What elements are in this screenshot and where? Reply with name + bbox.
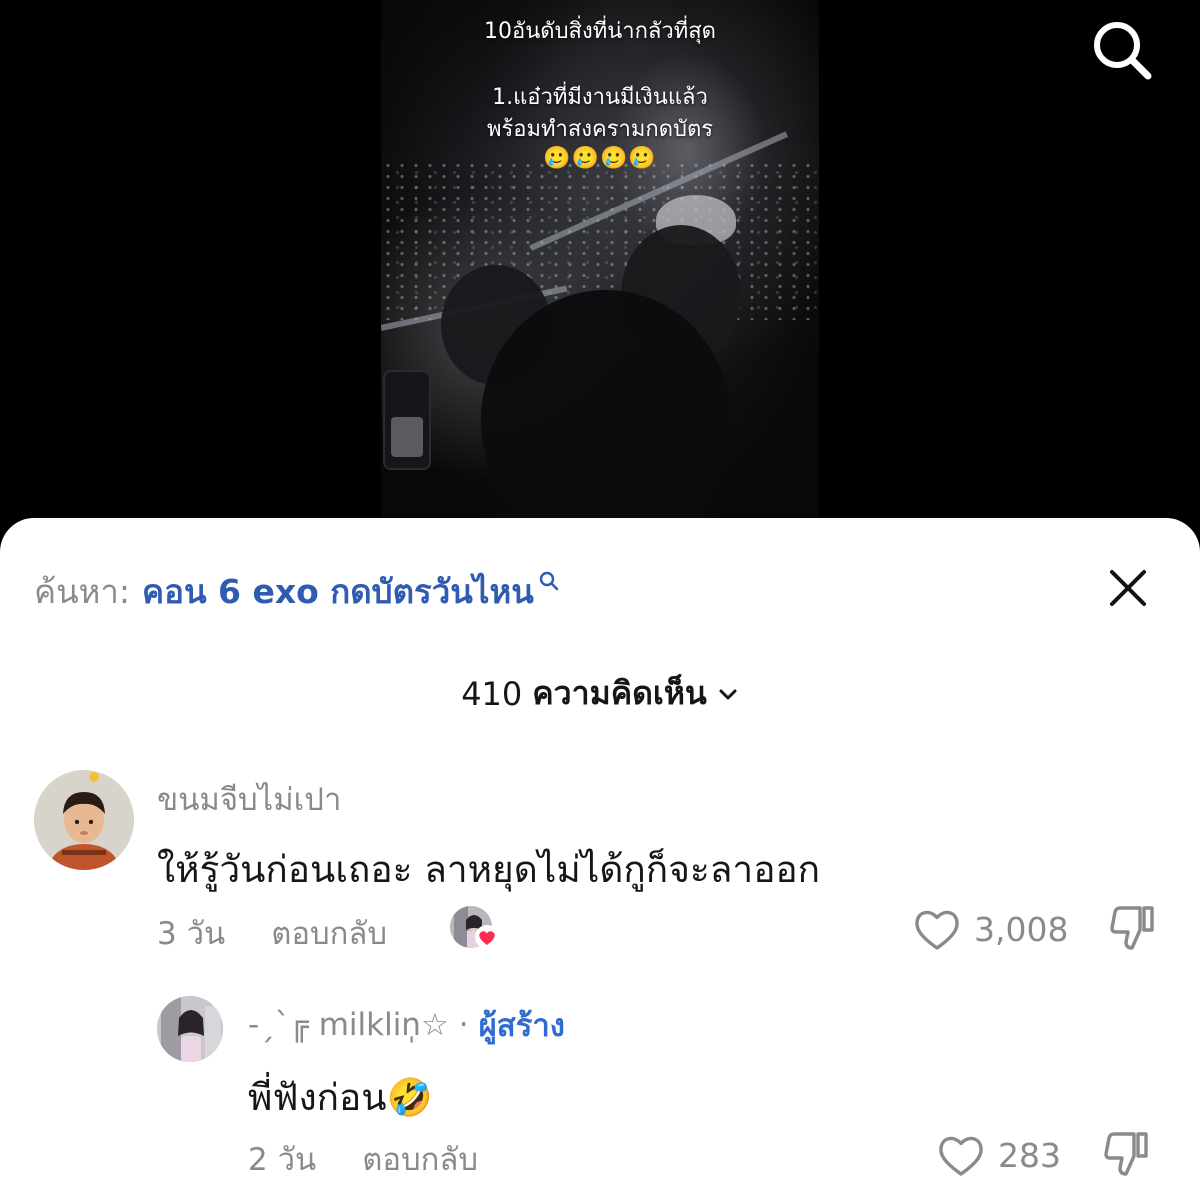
comment-count-label: ความคิดเห็น (532, 674, 707, 712)
overlay-emojis: 🥲🥲🥲🥲 (543, 146, 657, 171)
reply-meta: 2 วัน ตอบกลับ (248, 1134, 478, 1184)
overlay-title: 10อันดับสิ่งที่น่ากลัวที่สุด (484, 19, 716, 44)
heart-outline-icon[interactable] (912, 906, 962, 952)
creator-badge: ผู้สร้าง (478, 1008, 565, 1044)
comment-username[interactable]: ขนมจีบไม่เปา (157, 774, 341, 824)
close-icon[interactable] (1102, 562, 1154, 614)
reply-emoji: 🤣 (386, 1075, 433, 1119)
like-count: 3,008 (974, 909, 1069, 949)
search-icon[interactable] (1086, 14, 1158, 86)
heart-outline-icon[interactable] (936, 1132, 986, 1178)
related-search-bar[interactable]: ค้นหา: คอน 6 exo กดบัตรวันไหน (34, 566, 560, 616)
comment-time: 3 วัน (157, 916, 226, 952)
dislike-icon[interactable] (1100, 1128, 1152, 1180)
comment-count-header[interactable]: 410 ความคิดเห็น (0, 668, 1200, 719)
comment-count: 410 (461, 674, 523, 713)
reply-button[interactable]: ตอบกลับ (362, 1134, 478, 1184)
overlay-line-1: 1.แอ๋วที่มีงานมีเงินแล้ว (492, 85, 708, 110)
chevron-down-icon[interactable] (717, 683, 739, 705)
video-player[interactable]: 10อันดับสิ่งที่น่ากลัวที่สุด 1.แอ๋วที่มี… (0, 0, 1200, 540)
reply-username[interactable]: -ˏˋ╔ milklin̩̩☆ (248, 1007, 449, 1043)
comments-sheet: ค้นหา: คอน 6 exo กดบัตรวันไหน 410 ความคิ… (0, 518, 1200, 1200)
liked-by-creator-badge (450, 906, 500, 952)
search-prefix: ค้นหา: (34, 571, 131, 611)
search-small-icon (539, 571, 559, 591)
reply-text: พี่ฟังก่อน (248, 1076, 387, 1119)
like-count: 283 (998, 1135, 1061, 1175)
heart-filled-icon (475, 925, 499, 949)
avatar[interactable] (34, 770, 134, 870)
separator-dot: · (458, 1007, 469, 1043)
overlay-line-2: พร้อมทำสงครามกดบัตร (486, 117, 714, 142)
spectator-silhouette (481, 290, 731, 540)
comment-text: ให้รู้วันก่อนเถอะ ลาหยุดไม่ได้กูก็จะลาออ… (157, 848, 821, 891)
reply-time: 2 วัน (248, 1142, 317, 1178)
dislike-icon[interactable] (1106, 902, 1158, 954)
avatar[interactable] (157, 996, 223, 1062)
reply-username-row: -ˏˋ╔ milklin̩̩☆ · ผู้สร้าง (248, 1000, 565, 1050)
reply-text-row: พี่ฟังก่อน 🤣 (248, 1068, 433, 1127)
like-button[interactable]: 3,008 (912, 906, 1068, 952)
search-query-link[interactable]: คอน 6 exo กดบัตรวันไหน (142, 565, 534, 618)
like-button[interactable]: 283 (936, 1132, 1061, 1178)
comment-meta: 3 วัน ตอบกลับ (157, 908, 387, 958)
phone-in-hand (383, 370, 431, 470)
reply-button[interactable]: ตอบกลับ (271, 908, 387, 958)
video-frame[interactable] (381, 0, 819, 540)
